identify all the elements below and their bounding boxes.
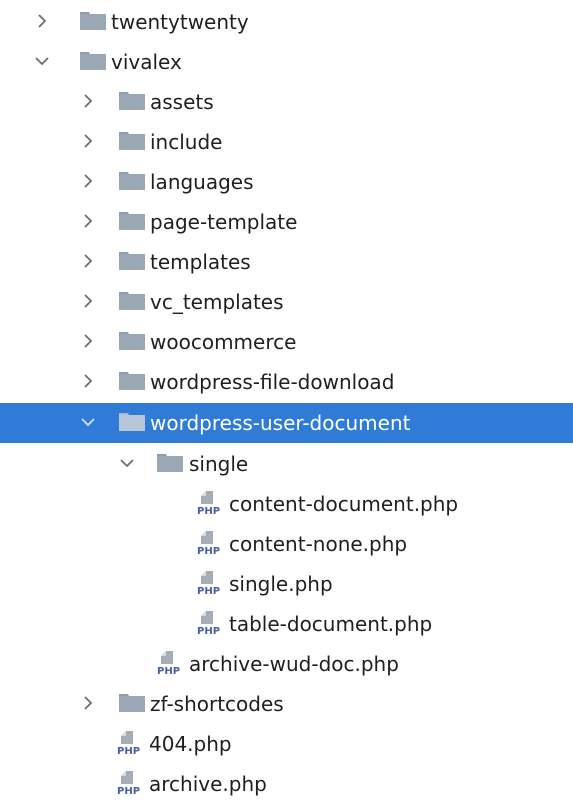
tree-item-content-document-php[interactable]: PHP content-document.php <box>0 484 573 524</box>
tree-item-languages[interactable]: languages <box>0 162 573 202</box>
tree-item-vivalex[interactable]: vivalex <box>0 42 573 82</box>
tree-item-vc-templates[interactable]: vc_templates <box>0 282 573 322</box>
folder-icon <box>157 454 183 472</box>
chevron-right-icon[interactable] <box>79 132 97 150</box>
chevron-down-icon[interactable] <box>118 454 136 472</box>
tree-item-table-document-php[interactable]: PHP table-document.php <box>0 604 573 644</box>
chevron-right-icon[interactable] <box>79 92 97 110</box>
svg-text:PHP: PHP <box>197 586 220 596</box>
project-file-tree: twentytwenty vivalex assets include lang… <box>0 0 573 809</box>
tree-item-templates[interactable]: templates <box>0 242 573 282</box>
chevron-right-icon[interactable] <box>79 292 97 310</box>
tree-item-label: vivalex <box>111 50 182 74</box>
php-file-icon: PHP <box>197 530 225 556</box>
folder-icon <box>119 252 145 270</box>
tree-item-label: include <box>150 130 223 154</box>
tree-item-label: wordpress-user-document <box>150 411 411 435</box>
tree-item-label: vc_templates <box>150 290 284 314</box>
svg-text:PHP: PHP <box>157 666 180 676</box>
folder-icon <box>119 372 145 390</box>
tree-item-single[interactable]: single <box>0 444 573 484</box>
chevron-right-icon[interactable] <box>33 12 51 30</box>
tree-item-404-php[interactable]: PHP 404.php <box>0 724 573 764</box>
tree-item-wordpress-file-download[interactable]: wordpress-file-download <box>0 362 573 402</box>
php-file-icon: PHP <box>117 770 145 796</box>
php-file-icon: PHP <box>157 650 185 676</box>
php-file-icon: PHP <box>197 570 225 596</box>
tree-item-label: archive-wud-doc.php <box>189 652 399 676</box>
tree-item-label: languages <box>150 170 254 194</box>
folder-icon <box>119 292 145 310</box>
tree-item-label: templates <box>150 250 251 274</box>
folder-icon <box>80 12 106 30</box>
php-file-icon: PHP <box>117 730 145 756</box>
tree-item-label: twentytwenty <box>111 10 249 34</box>
chevron-right-icon[interactable] <box>79 332 97 350</box>
tree-item-label: content-none.php <box>229 532 408 556</box>
tree-item-page-template[interactable]: page-template <box>0 202 573 242</box>
folder-icon <box>119 413 145 431</box>
tree-item-label: 404.php <box>149 732 232 756</box>
svg-text:PHP: PHP <box>117 786 140 796</box>
php-file-icon: PHP <box>197 490 225 516</box>
php-file-icon: PHP <box>197 610 225 636</box>
chevron-down-icon[interactable] <box>33 52 51 70</box>
tree-item-label: single <box>189 452 249 476</box>
svg-text:PHP: PHP <box>117 746 140 756</box>
svg-text:PHP: PHP <box>197 626 220 636</box>
tree-item-include[interactable]: include <box>0 122 573 162</box>
tree-item-label: single.php <box>229 572 333 596</box>
tree-item-label: content-document.php <box>229 492 459 516</box>
folder-icon <box>119 332 145 350</box>
chevron-right-icon[interactable] <box>79 252 97 270</box>
chevron-right-icon[interactable] <box>79 172 97 190</box>
folder-icon <box>119 212 145 230</box>
chevron-right-icon[interactable] <box>79 694 97 712</box>
tree-item-single-php[interactable]: PHP single.php <box>0 564 573 604</box>
tree-item-archive-php[interactable]: PHP archive.php <box>0 764 573 804</box>
tree-item-label: page-template <box>150 210 298 234</box>
tree-item-content-none-php[interactable]: PHP content-none.php <box>0 524 573 564</box>
tree-item-woocommerce[interactable]: woocommerce <box>0 322 573 362</box>
tree-item-label: zf-shortcodes <box>150 692 284 716</box>
tree-item-label: wordpress-file-download <box>150 370 395 394</box>
tree-item-wordpress-user-document[interactable]: wordpress-user-document <box>0 403 573 443</box>
svg-text:PHP: PHP <box>197 546 220 556</box>
folder-icon <box>80 52 106 70</box>
chevron-down-icon[interactable] <box>79 413 97 431</box>
tree-item-zf-shortcodes[interactable]: zf-shortcodes <box>0 684 573 724</box>
folder-icon <box>119 132 145 150</box>
chevron-right-icon[interactable] <box>79 212 97 230</box>
tree-item-label: assets <box>150 90 214 114</box>
folder-icon <box>119 694 145 712</box>
folder-icon <box>119 92 145 110</box>
tree-item-twentytwenty[interactable]: twentytwenty <box>0 2 573 42</box>
svg-text:PHP: PHP <box>197 506 220 516</box>
folder-icon <box>119 172 145 190</box>
tree-item-label: archive.php <box>149 772 267 796</box>
tree-item-label: table-document.php <box>229 612 433 636</box>
tree-item-assets[interactable]: assets <box>0 82 573 122</box>
tree-item-archive-wud-doc-php[interactable]: PHP archive-wud-doc.php <box>0 644 573 684</box>
chevron-right-icon[interactable] <box>79 372 97 390</box>
tree-item-label: woocommerce <box>150 330 297 354</box>
